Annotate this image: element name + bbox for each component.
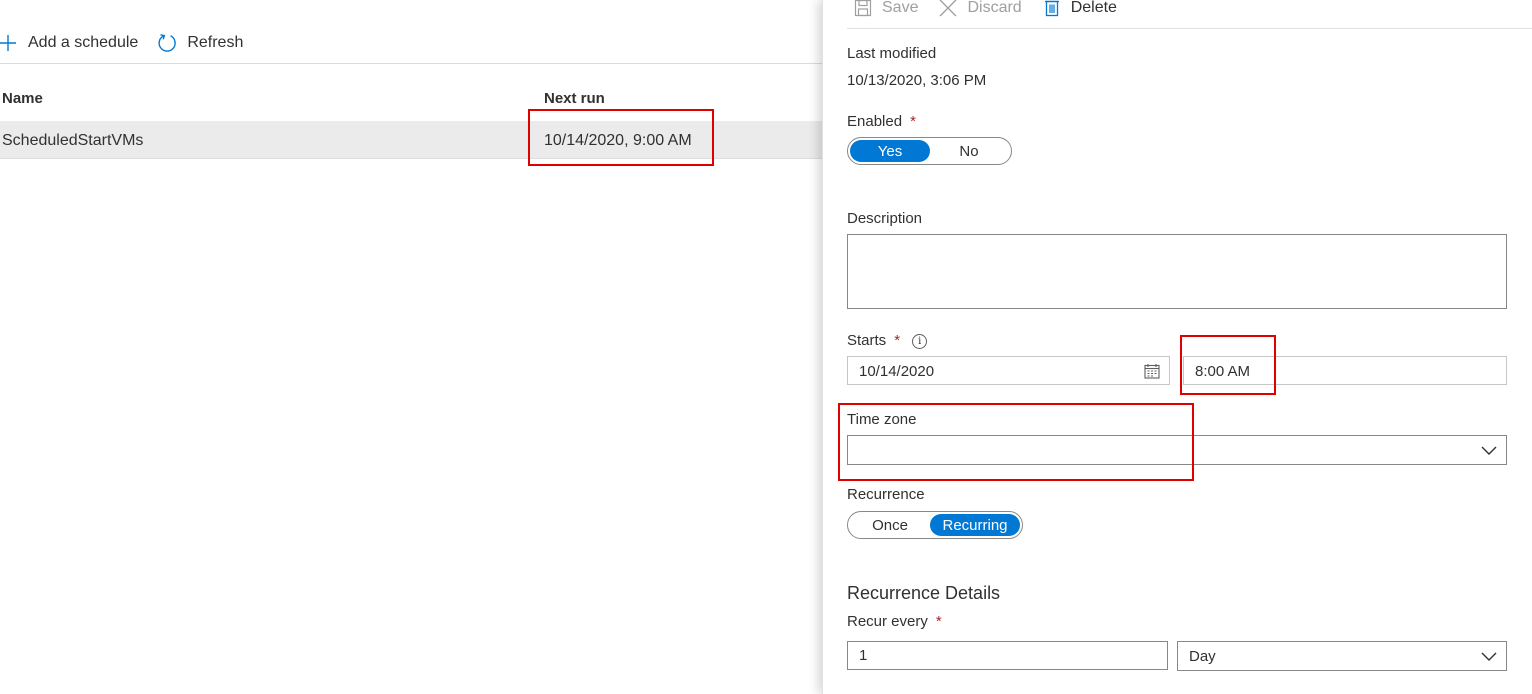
next-run-cell: 10/14/2020, 9:00 AM xyxy=(544,132,692,149)
save-icon xyxy=(853,0,873,18)
calendar-icon[interactable] xyxy=(1143,362,1161,380)
recur-every-label-text: Recur every xyxy=(847,613,928,630)
recur-every-label: Recur every * xyxy=(847,613,942,630)
refresh-label: Refresh xyxy=(187,34,244,51)
description-label: Description xyxy=(847,210,923,227)
required-mark: * xyxy=(935,613,942,630)
add-schedule-button[interactable]: Add a schedule xyxy=(0,33,138,53)
enabled-toggle[interactable]: Yes No xyxy=(847,137,1012,165)
required-mark: * xyxy=(910,113,916,130)
add-schedule-label: Add a schedule xyxy=(28,34,139,51)
recurrence-details-title: Recurrence Details xyxy=(847,583,1001,603)
schedule-name-cell[interactable]: ScheduledStartVMs xyxy=(2,132,143,150)
chevron-down-icon xyxy=(1480,647,1498,665)
discard-label: Discard xyxy=(967,0,1022,16)
start-date-input[interactable]: 10/14/2020 xyxy=(847,356,1170,385)
starts-label: Starts * i xyxy=(847,332,928,349)
recurrence-once-option[interactable]: Once xyxy=(850,514,930,536)
table-row[interactable]: ScheduledStartVMs 10/14/2020, 9:00 AM xyxy=(0,121,822,159)
save-label: Save xyxy=(882,0,919,16)
refresh-button[interactable]: Refresh xyxy=(157,33,243,53)
trash-icon xyxy=(1042,0,1062,18)
recurrence-label: Recurrence xyxy=(847,486,925,503)
info-icon[interactable]: i xyxy=(912,334,928,349)
refresh-icon xyxy=(157,33,177,53)
start-time-input[interactable]: 8:00 AM xyxy=(1183,356,1507,385)
required-mark: * xyxy=(894,332,901,349)
recur-unit-dropdown[interactable]: Day xyxy=(1177,641,1507,671)
column-header-name[interactable]: Name xyxy=(2,90,43,107)
description-input[interactable] xyxy=(847,234,1507,309)
discard-button[interactable]: Discard xyxy=(938,0,1022,18)
enabled-no-option[interactable]: No xyxy=(930,140,1008,162)
list-toolbar: Add a schedule Refresh xyxy=(0,28,243,58)
recurrence-toggle[interactable]: Once Recurring xyxy=(847,511,1023,539)
recur-unit-value: Day xyxy=(1189,648,1216,665)
time-zone-dropdown[interactable] xyxy=(847,435,1507,465)
time-zone-label: Time zone xyxy=(847,411,917,428)
grid-header: Name Next run xyxy=(0,88,822,112)
starts-label-text: Starts xyxy=(847,332,887,349)
start-date-value: 10/14/2020 xyxy=(859,363,935,380)
delete-button[interactable]: Delete xyxy=(1042,0,1117,18)
recurrence-recurring-option[interactable]: Recurring xyxy=(930,514,1020,536)
panel-toolbar: Save Discard Delete xyxy=(853,0,1137,19)
last-modified-label: Last modified xyxy=(847,45,937,62)
plus-icon xyxy=(0,33,18,53)
schedules-list-pane: Add a schedule Refresh Name Next run Sch… xyxy=(0,0,822,694)
last-modified-value: 10/13/2020, 3:06 PM xyxy=(847,72,987,89)
enabled-label-text: Enabled xyxy=(847,113,903,130)
enabled-yes-option[interactable]: Yes xyxy=(850,140,930,162)
start-time-value: 8:00 AM xyxy=(1195,363,1251,380)
panel-toolbar-divider xyxy=(847,28,1532,29)
toolbar-divider xyxy=(0,63,822,64)
close-icon xyxy=(938,0,958,18)
save-button[interactable]: Save xyxy=(853,0,918,18)
column-header-next-run[interactable]: Next run xyxy=(544,90,605,107)
recur-interval-value: 1 xyxy=(859,647,868,664)
recur-interval-input[interactable]: 1 xyxy=(847,641,1168,670)
schedule-details-panel: Save Discard Delete Last modified 10/13/… xyxy=(822,0,1532,694)
enabled-label: Enabled * xyxy=(847,113,916,130)
chevron-down-icon xyxy=(1480,441,1498,459)
info-icon-glyph: i xyxy=(918,336,922,347)
delete-label: Delete xyxy=(1070,0,1117,16)
